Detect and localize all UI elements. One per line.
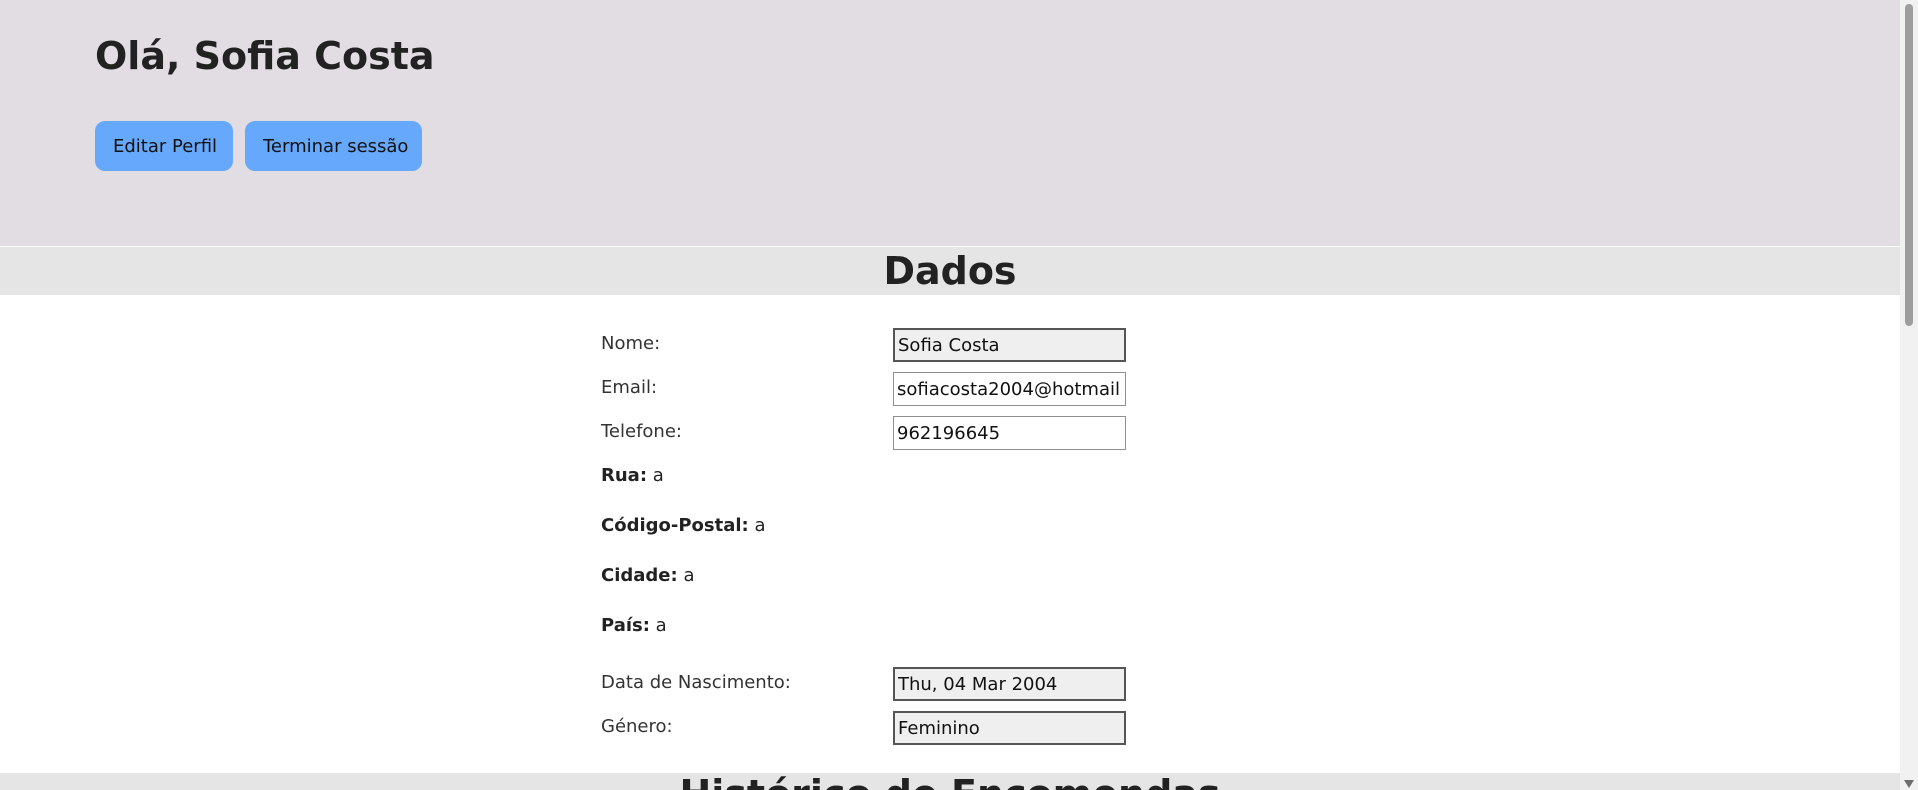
logout-button[interactable]: Terminar sessão bbox=[245, 121, 422, 171]
email-label: Email: bbox=[601, 377, 658, 398]
pais-label: País: bbox=[601, 615, 650, 636]
dados-section-bar: Dados bbox=[0, 247, 1900, 295]
greeting-heading: Olá, Sofia Costa bbox=[95, 34, 435, 78]
telefone-field[interactable] bbox=[893, 416, 1126, 450]
historico-title: Histórico de Encomendas bbox=[0, 773, 1900, 790]
genero-label: Género: bbox=[601, 716, 673, 737]
codigo-postal-line: Código-Postal: a bbox=[601, 515, 766, 536]
nascimento-field[interactable] bbox=[893, 667, 1126, 701]
rua-line: Rua: a bbox=[601, 465, 664, 486]
pais-value: a bbox=[655, 615, 667, 636]
codigo-postal-value: a bbox=[754, 515, 766, 536]
profile-page: Olá, Sofia Costa Editar Perfil Terminar … bbox=[0, 0, 1918, 790]
scroll-down-arrow-icon[interactable] bbox=[1904, 780, 1914, 788]
dados-title: Dados bbox=[883, 249, 1017, 293]
cidade-value: a bbox=[683, 565, 695, 586]
cidade-line: Cidade: a bbox=[601, 565, 694, 586]
historico-section-bar: Histórico de Encomendas bbox=[0, 773, 1900, 790]
vertical-scrollbar[interactable] bbox=[1900, 0, 1918, 790]
pais-line: País: a bbox=[601, 615, 667, 636]
edit-profile-button[interactable]: Editar Perfil bbox=[95, 121, 233, 171]
codigo-postal-label: Código-Postal: bbox=[601, 515, 749, 536]
rua-value: a bbox=[652, 465, 664, 486]
genero-field[interactable] bbox=[893, 711, 1126, 745]
cidade-label: Cidade: bbox=[601, 565, 678, 586]
rua-label: Rua: bbox=[601, 465, 648, 486]
nascimento-label: Data de Nascimento: bbox=[601, 672, 791, 693]
email-field[interactable] bbox=[893, 372, 1126, 406]
nome-field[interactable] bbox=[893, 328, 1126, 362]
telefone-label: Telefone: bbox=[601, 421, 682, 442]
nome-label: Nome: bbox=[601, 333, 661, 354]
profile-header: Olá, Sofia Costa Editar Perfil Terminar … bbox=[0, 0, 1900, 246]
scrollbar-thumb[interactable] bbox=[1905, 4, 1913, 326]
